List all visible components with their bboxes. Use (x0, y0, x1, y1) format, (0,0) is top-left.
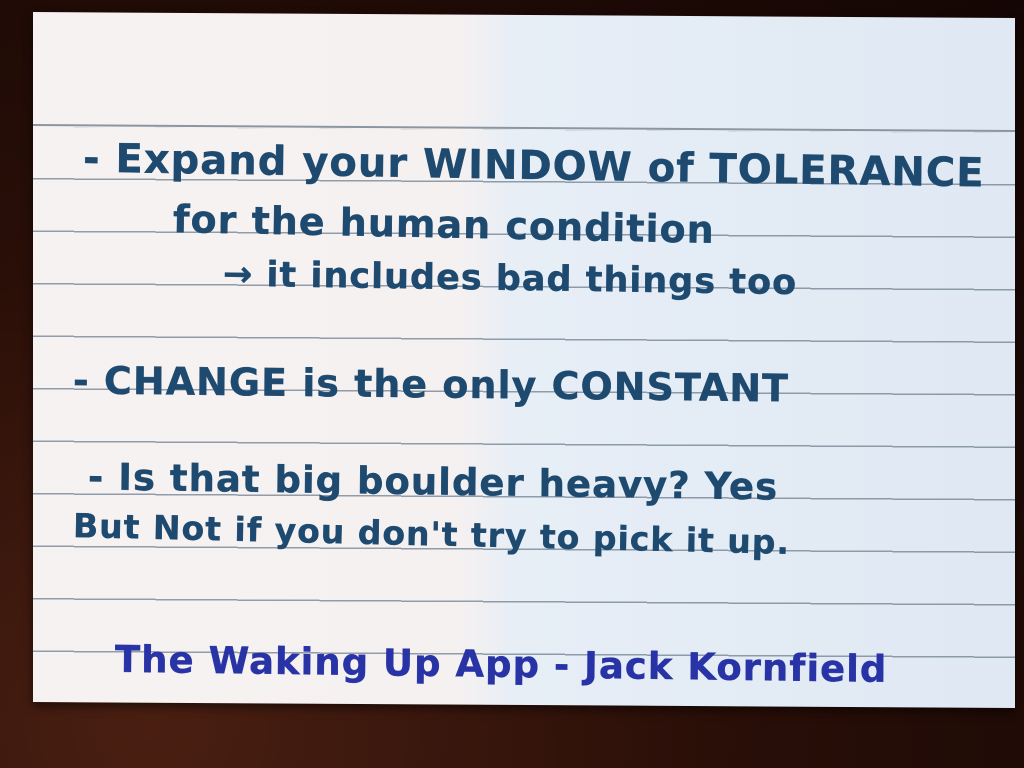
photo-scene: - Expand your WINDOW of TOLERANCE for th… (0, 0, 1024, 768)
note-line-3: → it includes bad things too (222, 254, 798, 304)
index-card: - Expand your WINDOW of TOLERANCE for th… (33, 12, 1015, 708)
note-line-4: - CHANGE is the only CONSTANT (72, 358, 790, 411)
